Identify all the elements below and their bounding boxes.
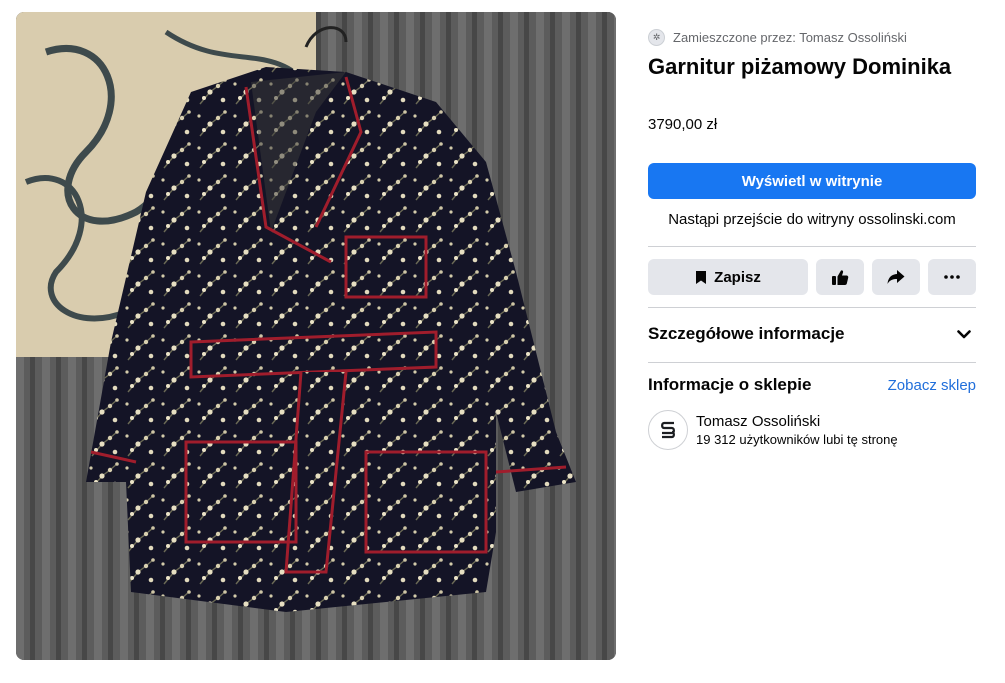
action-row: Zapisz [648,259,976,295]
pajama-jacket-illustration [16,12,616,660]
posted-by: ✲ Zamieszczone przez: Tomasz Ossoliński [648,29,907,46]
shop-likes: 19 312 użytkowników lubi tę stronę [696,432,898,447]
shop-logo-icon [661,421,675,439]
share-button[interactable] [872,259,920,295]
redirect-note: Nastąpi przejście do witryny ossolinski.… [668,211,956,228]
bookmark-icon [696,270,707,284]
shop-info-header: Informacje o sklepie Zobacz sklep [648,375,976,395]
divider [648,246,976,247]
shop-info-label: Informacje o sklepie [648,375,812,394]
chevron-down-icon [957,329,971,338]
details-label: Szczegółowe informacje [648,324,845,343]
share-icon [887,270,905,284]
posted-by-text: Zamieszczone przez: Tomasz Ossoliński [673,30,907,45]
divider [648,362,976,363]
divider [648,307,976,308]
save-label: Zapisz [714,268,761,286]
shop-name[interactable]: Tomasz Ossoliński [696,413,898,430]
product-image[interactable] [16,12,616,660]
save-button[interactable]: Zapisz [648,259,808,295]
shop-card: Tomasz Ossoliński 19 312 użytkowników lu… [648,410,898,450]
view-on-website-button[interactable]: Wyświetl w witrynie [648,163,976,199]
thumbs-up-icon [832,269,849,285]
shop-avatar[interactable] [648,410,688,450]
more-horizontal-icon [944,275,960,279]
see-shop-link[interactable]: Zobacz sklep [888,377,976,394]
product-price: 3790,00 zł [648,116,718,133]
like-button[interactable] [816,259,864,295]
seller-logo-icon: ✲ [648,29,665,46]
details-toggle[interactable]: Szczegółowe informacje [648,320,976,348]
product-title: Garnitur piżamowy Dominika [648,54,952,79]
more-options-button[interactable] [928,259,976,295]
